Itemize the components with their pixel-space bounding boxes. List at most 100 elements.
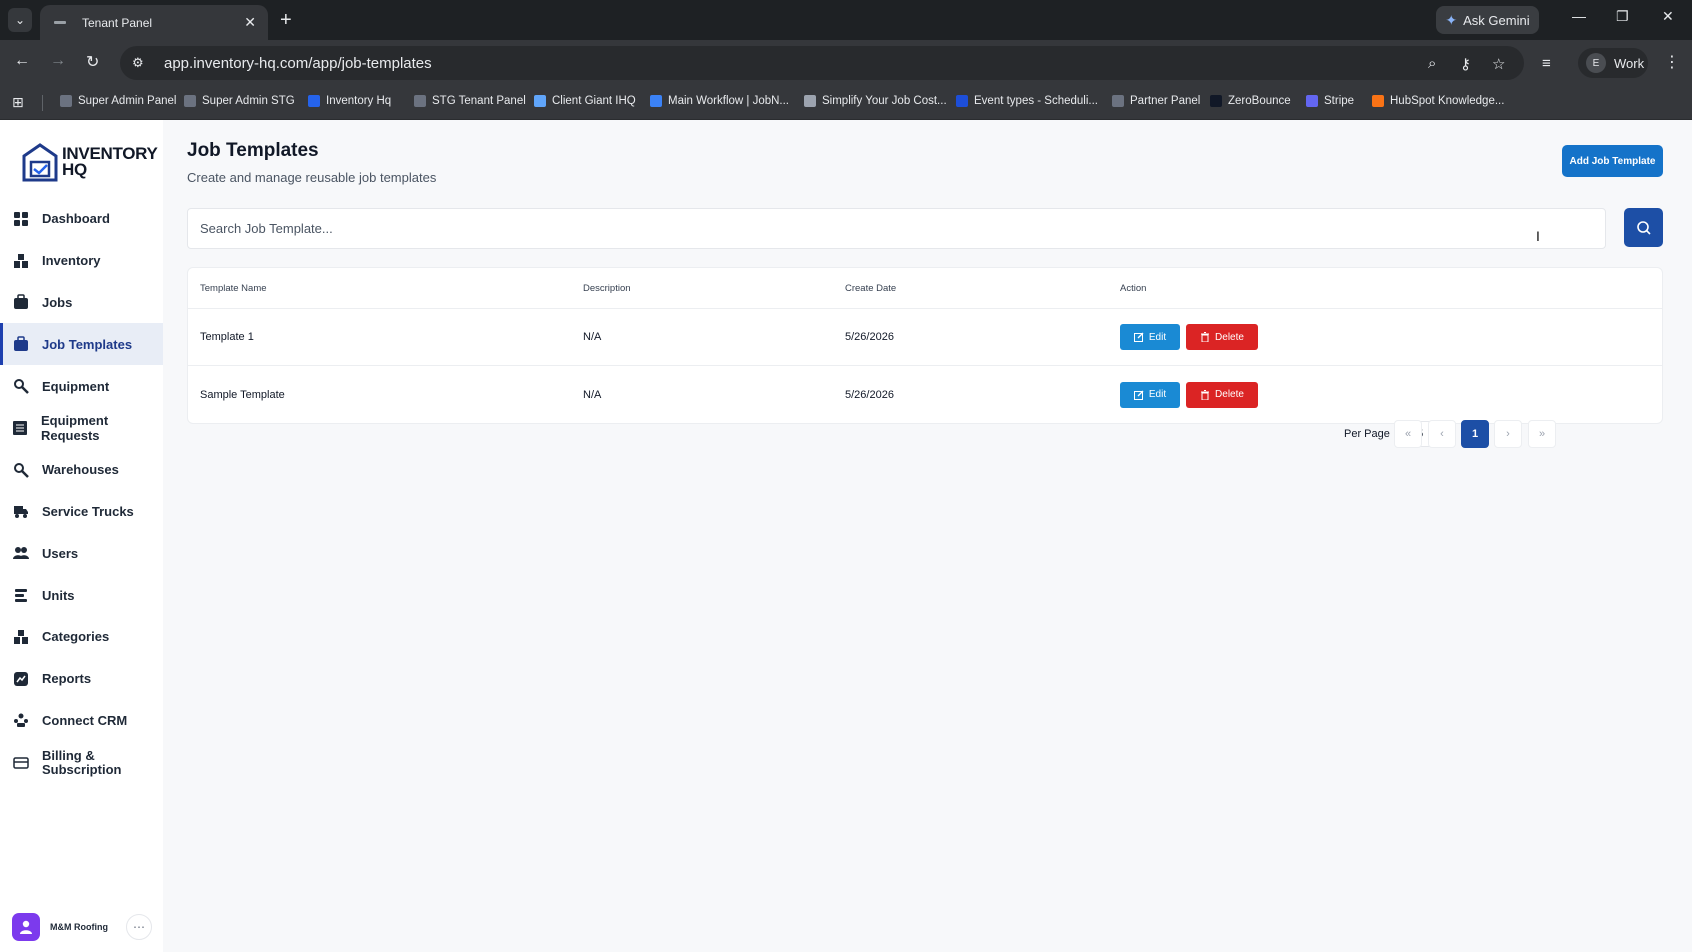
sidebar-item-dashboard[interactable]: Dashboard: [0, 198, 163, 240]
edit-button[interactable]: Edit: [1120, 324, 1180, 350]
sidebar-item-users[interactable]: Users: [0, 532, 163, 574]
bookmark-item[interactable]: Event types - Scheduli...: [956, 95, 1098, 107]
sidebar-item-warehouses[interactable]: Warehouses: [0, 449, 163, 491]
bookmark-item[interactable]: HubSpot Knowledge...: [1372, 95, 1504, 107]
sidebar-item-categories[interactable]: Categories: [0, 616, 163, 658]
sidebar-item-billing-subscription[interactable]: Billing & Subscription: [0, 741, 163, 785]
bookmark-label: Inventory Hq: [326, 95, 392, 107]
back-icon[interactable]: ←: [14, 52, 30, 70]
ask-gemini-label: Ask Gemini: [1463, 12, 1530, 28]
brand-logo[interactable]: INVENTORY HQ: [22, 142, 158, 182]
header-template-name[interactable]: Template Name: [188, 283, 571, 294]
zoom-icon[interactable]: ⌕: [1428, 55, 1436, 72]
header-action: Action: [1120, 282, 1147, 294]
sidebar-item-job-templates[interactable]: Job Templates: [0, 323, 163, 366]
user-silhouette-icon: [20, 920, 32, 934]
sidebar-nav: Dashboard Inventory Jobs Job Templates Equip…: [0, 198, 163, 785]
sidebar-item-reports[interactable]: Reports: [0, 658, 163, 700]
more-options-icon[interactable]: ⋯: [126, 914, 152, 940]
edit-button[interactable]: Edit: [1120, 381, 1180, 408]
sidebar-item-jobs[interactable]: Jobs: [0, 282, 163, 324]
sidebar-item-service-trucks[interactable]: Service Trucks: [0, 491, 163, 533]
apps-grid-icon[interactable]: ⊞: [12, 94, 24, 111]
tab-close-icon[interactable]: ✕: [244, 14, 256, 31]
cell-create-date: 5/26/2026: [845, 331, 894, 343]
cell-description: N/A: [583, 331, 602, 343]
bookmark-favicon-icon: [1210, 95, 1222, 107]
header-description[interactable]: Description: [571, 283, 833, 294]
bookmark-favicon-icon: [308, 95, 320, 107]
bookmark-item[interactable]: Client Giant IHQ: [534, 95, 636, 107]
minimize-icon[interactable]: —: [1572, 8, 1586, 24]
units-icon: [12, 586, 30, 604]
categories-icon: [12, 628, 30, 646]
sidebar-item-equipment-requests[interactable]: Equipment Requests: [0, 407, 163, 449]
tab-favicon-icon: [54, 21, 66, 24]
site-info-icon[interactable]: ⚙: [132, 55, 154, 71]
sidebar-item-inventory[interactable]: Inventory: [0, 240, 163, 282]
delete-label: Delete: [1215, 331, 1244, 343]
brand-line-2: HQ: [62, 160, 87, 179]
forward-icon[interactable]: →: [50, 52, 66, 70]
url-text[interactable]: app.inventory-hq.com/app/job-templates: [164, 55, 432, 72]
sidebar: INVENTORY HQ Dashboard Inventory Jobs Job T…: [0, 120, 163, 952]
page-subtitle: Create and manage reusable job templates: [187, 170, 437, 185]
bookmark-label: STG Tenant Panel: [432, 95, 526, 107]
tab-search-chevron-icon[interactable]: ⌄: [8, 8, 32, 32]
first-page-button[interactable]: «: [1394, 420, 1422, 448]
bookmark-label: Stripe: [1324, 95, 1355, 107]
delete-button[interactable]: Delete: [1186, 381, 1258, 408]
prev-page-button[interactable]: ‹: [1428, 420, 1456, 448]
new-tab-icon[interactable]: +: [280, 8, 292, 32]
crm-icon: [12, 711, 30, 729]
sidebar-item-label: Equipment Requests: [40, 412, 109, 443]
add-job-template-button[interactable]: Add Job Template: [1562, 145, 1663, 177]
bookmark-favicon-icon: [184, 95, 196, 107]
jobs-icon: [12, 293, 30, 311]
truck-icon: [12, 502, 30, 520]
bookmark-favicon-icon: [1112, 95, 1124, 107]
browser-tab-bar: ⌄ Tenant Panel ✕ + ✦ Ask Gemini — ❐ ✕: [0, 0, 1692, 40]
bookmark-item[interactable]: Super Admin Panel: [60, 95, 176, 107]
browser-tab[interactable]: Tenant Panel ✕: [40, 5, 268, 40]
browser-menu-icon[interactable]: ⋮: [1664, 52, 1680, 72]
reload-icon[interactable]: ↻: [86, 52, 99, 72]
search-input[interactable]: [200, 221, 1605, 236]
bookmark-favicon-icon: [804, 95, 816, 107]
user-avatar: [12, 913, 40, 941]
address-bar[interactable]: ⚙ app.inventory-hq.com/app/job-templates: [120, 46, 1524, 80]
bookmark-item[interactable]: Simplify Your Job Cost...: [804, 95, 947, 107]
bookmark-item[interactable]: Partner Panel: [1112, 95, 1200, 107]
delete-button[interactable]: Delete: [1186, 324, 1258, 350]
next-page-button[interactable]: ›: [1494, 420, 1522, 448]
bookmark-item[interactable]: STG Tenant Panel: [414, 95, 526, 107]
window-close-icon[interactable]: ✕: [1662, 8, 1674, 25]
last-page-button[interactable]: »: [1528, 420, 1556, 448]
user-name: M&M Roofing: [50, 922, 108, 932]
header-create-date[interactable]: Create Date: [833, 283, 1108, 294]
bookmark-favicon-icon: [1372, 95, 1384, 107]
bookmark-item[interactable]: Main Workflow | JobN...: [650, 95, 789, 107]
bookmark-star-icon[interactable]: ☆: [1492, 55, 1505, 73]
equipment-icon: [12, 377, 30, 395]
bookmark-item[interactable]: Inventory Hq: [308, 95, 391, 107]
password-key-icon[interactable]: ⚷: [1460, 55, 1471, 73]
bookmark-favicon-icon: [650, 95, 662, 107]
bookmark-item[interactable]: ZeroBounce: [1210, 95, 1291, 107]
equipment-requests-icon: [12, 419, 29, 437]
user-account[interactable]: M&M Roofing ⋯: [12, 912, 152, 942]
page-1-button[interactable]: 1: [1461, 420, 1489, 448]
sidebar-item-units[interactable]: Units: [0, 574, 163, 616]
sidebar-item-connect-crm[interactable]: Connect CRM: [0, 700, 163, 742]
bookmark-item[interactable]: Super Admin STG: [184, 95, 295, 107]
bookmark-item[interactable]: Stripe: [1306, 95, 1354, 107]
restore-icon[interactable]: ❐: [1616, 8, 1629, 25]
profile-button[interactable]: E Work: [1578, 48, 1648, 78]
bookmark-label: Partner Panel: [1130, 95, 1201, 107]
sidebar-item-equipment[interactable]: Equipment: [0, 365, 163, 407]
media-queue-icon[interactable]: ≡: [1542, 55, 1551, 72]
sidebar-item-label: Users: [42, 545, 79, 561]
search-button[interactable]: [1624, 208, 1663, 247]
ask-gemini-button[interactable]: ✦ Ask Gemini: [1436, 6, 1539, 34]
search-icon: [1636, 220, 1651, 235]
